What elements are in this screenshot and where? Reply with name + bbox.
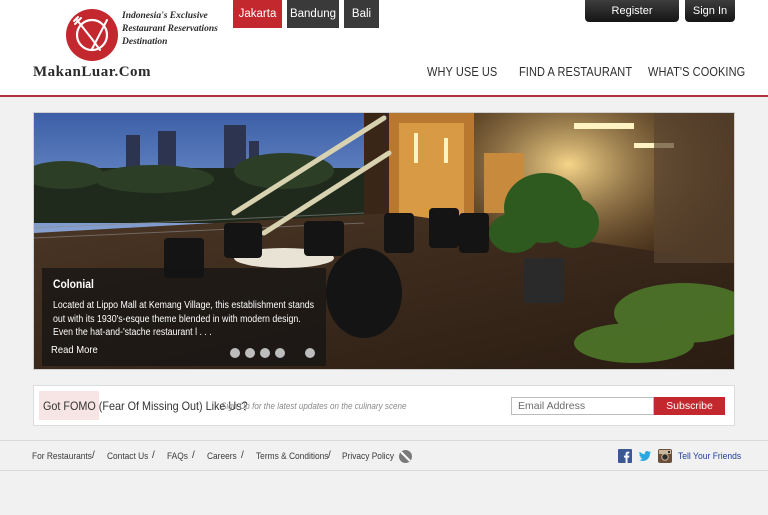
hero-slider[interactable]: Colonial Located at Lippo Mall at Kemang…	[33, 112, 735, 370]
footer-link-careers[interactable]: Careers	[207, 451, 237, 462]
footer-link-terms[interactable]: Terms & Conditions	[256, 451, 328, 462]
email-input[interactable]	[511, 397, 654, 415]
footer-separator: /	[192, 450, 195, 461]
footer-divider	[0, 440, 768, 441]
footer-link-privacy[interactable]: Privacy Policy	[342, 451, 394, 462]
tagline-line: Indonesia's Exclusive	[122, 11, 208, 21]
register-button[interactable]: Register	[585, 0, 679, 22]
instagram-icon[interactable]	[658, 449, 672, 463]
footer-link-contact-us[interactable]: Contact Us	[107, 451, 148, 462]
city-tab-jakarta[interactable]: Jakarta	[233, 0, 282, 28]
site-header: Indonesia's Exclusive Restaurant Reserva…	[0, 0, 768, 97]
nav-find-restaurant[interactable]: FIND A RESTAURANT	[519, 65, 632, 79]
newsletter-subtitle: Sign Up for the latest updates on the cu…	[221, 401, 407, 411]
nav-why-use-us[interactable]: WHY USE US	[427, 65, 497, 79]
tagline-line: Destination	[122, 37, 168, 47]
logo-tagline: Indonesia's Exclusive Restaurant Reserva…	[122, 10, 232, 49]
footer-separator: /	[241, 450, 244, 461]
signin-button[interactable]: Sign In	[685, 0, 735, 22]
slide-description: Located at Lippo Mall at Kemang Village,…	[53, 300, 315, 338]
tell-your-friends-link[interactable]: Tell Your Friends	[678, 451, 741, 462]
slide-title: Colonial	[53, 279, 94, 291]
slider-dot[interactable]	[245, 348, 255, 358]
footer-separator: /	[328, 450, 331, 461]
slider-dot[interactable]	[260, 348, 270, 358]
city-tab-bandung[interactable]: Bandung	[287, 0, 339, 28]
footer-link-faqs[interactable]: FAQs	[167, 451, 188, 462]
footer-divider	[0, 470, 768, 471]
tagline-line: Restaurant Reservations	[122, 24, 218, 34]
nav-whats-cooking[interactable]: WHAT'S COOKING	[648, 65, 745, 79]
footer-separator: /	[152, 450, 155, 461]
slider-dot[interactable]	[275, 348, 285, 358]
city-tab-bali[interactable]: Bali	[344, 0, 379, 28]
newsletter-signup: Got FOMO (Fear Of Missing Out) Like Us? …	[33, 385, 735, 426]
read-more-link[interactable]: Read More	[51, 344, 98, 356]
slider-dot-active[interactable]	[305, 348, 315, 358]
footer-separator: /	[92, 450, 95, 461]
footer-link-for-restaurants[interactable]: For Restaurants	[32, 451, 92, 462]
newsletter-title: Got FOMO (Fear Of Missing Out) Like Us?	[43, 399, 248, 413]
logo-plate-icon	[66, 9, 118, 61]
slider-dot[interactable]	[230, 348, 240, 358]
no-sign-icon[interactable]	[398, 449, 413, 464]
twitter-icon[interactable]	[638, 449, 652, 463]
facebook-icon[interactable]	[618, 449, 632, 463]
subscribe-button[interactable]: Subscribe	[654, 397, 725, 415]
brand-name: MakanLuar.Com	[33, 64, 152, 80]
